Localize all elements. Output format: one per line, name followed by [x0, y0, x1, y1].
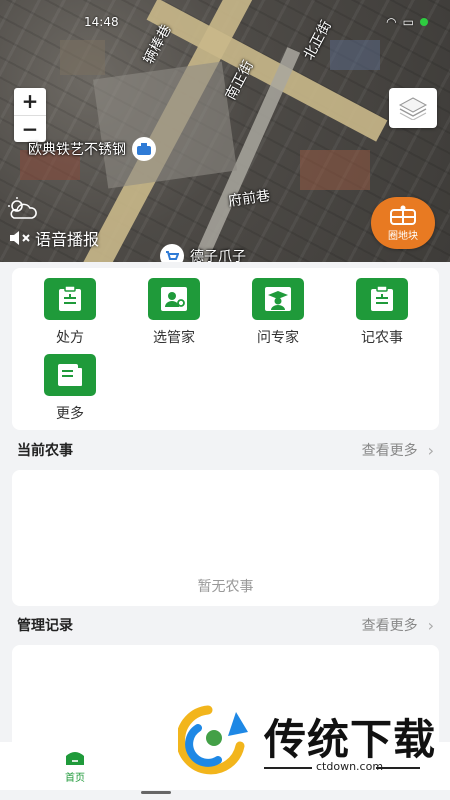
- status-time: 14:48: [84, 15, 119, 29]
- current-farming-header: 当前农事 查看更多 ›: [17, 440, 434, 460]
- action-label: 记农事: [361, 330, 403, 346]
- tab-home[interactable]: 首页: [52, 748, 98, 784]
- zoom-control: + −: [14, 88, 46, 142]
- status-icons: ◠ ▭: [386, 15, 428, 29]
- management-records-header: 管理记录 查看更多 ›: [17, 615, 434, 635]
- manager-icon: [148, 278, 200, 320]
- plot-button-label: 圈地块: [388, 230, 418, 242]
- chevron-right-icon: ›: [427, 615, 434, 635]
- app-screen: 北正街 南正街 府前巷 辆棒巷 14:48 ◠ ▭ + − 欧典铁艺不锈钢 德子…: [0, 0, 450, 800]
- action-record-farming[interactable]: 记农事: [342, 278, 422, 347]
- quick-actions-card: 处方 选管家 问专家 记农事 更多: [12, 268, 439, 430]
- voice-broadcast-label: 语音播报: [35, 230, 100, 249]
- action-select-manager[interactable]: 选管家: [134, 278, 214, 347]
- action-prescription[interactable]: 处方: [30, 278, 110, 347]
- battery-icon: ▭: [402, 15, 414, 29]
- wifi-icon: ◠: [386, 15, 397, 29]
- recording-dot-icon: [420, 18, 428, 26]
- map-poi[interactable]: 欧典铁艺不锈钢: [28, 137, 156, 161]
- expert-icon: [252, 278, 304, 320]
- action-label: 处方: [56, 330, 84, 346]
- watermark-url: ctdown.com: [316, 760, 384, 773]
- layers-icon: [398, 97, 428, 120]
- street-label: 府前巷: [227, 188, 272, 210]
- tab-home-label: 首页: [65, 773, 85, 784]
- section-title: 当前农事: [17, 443, 73, 459]
- satellite-map[interactable]: 北正街 南正街 府前巷 辆棒巷 14:48 ◠ ▭ + − 欧典铁艺不锈钢 德子…: [0, 0, 450, 262]
- weather-icon[interactable]: [5, 196, 39, 226]
- watermark: 传统下载 ctdown.com: [176, 700, 446, 780]
- section-title: 管理记录: [17, 618, 73, 634]
- draw-plot-button[interactable]: 圈地块: [371, 197, 435, 249]
- poi-pin-icon: [132, 137, 156, 161]
- action-label: 问专家: [257, 330, 299, 346]
- map-poi[interactable]: 德子爪子: [160, 244, 246, 262]
- poi-label: 德子爪子: [190, 249, 246, 262]
- prescription-icon: [44, 278, 96, 320]
- street-label: 南正街: [222, 58, 257, 103]
- watermark-logo: [178, 705, 248, 775]
- watermark-text: 传统下载: [264, 715, 437, 764]
- farm-record-icon: [356, 278, 408, 320]
- action-label: 更多: [56, 406, 84, 422]
- voice-broadcast-toggle[interactable]: 语音播报: [8, 226, 99, 250]
- speaker-mute-icon: [10, 231, 30, 245]
- layers-button[interactable]: [389, 88, 437, 128]
- home-icon: [66, 752, 84, 765]
- action-ask-expert[interactable]: 问专家: [238, 278, 318, 347]
- empty-state-text: 暂无农事: [197, 579, 254, 595]
- map-square: [92, 61, 238, 189]
- poi-label: 欧典铁艺不锈钢: [28, 142, 126, 158]
- current-farming-more-link[interactable]: 查看更多 ›: [362, 440, 434, 460]
- zoom-in-button[interactable]: +: [14, 88, 46, 116]
- more-label: 查看更多: [361, 443, 418, 459]
- plot-icon: [390, 205, 416, 225]
- chevron-right-icon: ›: [427, 440, 434, 460]
- status-bar: 14:48 ◠ ▭: [84, 14, 428, 30]
- poi-pin-icon: [160, 244, 184, 262]
- more-icon: [44, 354, 96, 396]
- action-label: 选管家: [153, 330, 195, 346]
- more-label: 查看更多: [361, 618, 418, 634]
- management-records-more-link[interactable]: 查看更多 ›: [362, 615, 434, 635]
- home-indicator: [141, 791, 171, 794]
- current-farming-card: 暂无农事: [12, 470, 439, 606]
- action-more[interactable]: 更多: [30, 354, 110, 423]
